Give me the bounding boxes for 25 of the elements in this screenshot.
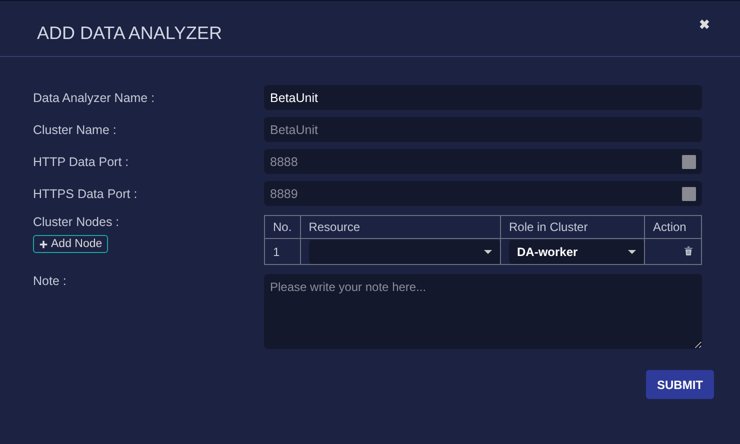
- close-button[interactable]: ✖: [699, 17, 710, 32]
- column-header: Role in Cluster: [500, 216, 644, 238]
- column-header: Resource: [300, 216, 500, 238]
- input-field: 8888: [264, 149, 702, 174]
- dialog-title: ADD DATA ANALYZER: [37, 23, 222, 44]
- column-header: No.: [264, 216, 300, 238]
- add-node-button[interactable]: Add Node: [33, 235, 108, 253]
- caret-icon: [484, 250, 492, 254]
- field-label: Note :: [33, 274, 68, 288]
- table-cell: 1: [264, 238, 300, 264]
- role-dropdown[interactable]: DA-worker: [509, 240, 644, 264]
- submit-button[interactable]: SUBMIT: [646, 370, 714, 399]
- field-label: Cluster Nodes :: [33, 215, 120, 229]
- field-label: Cluster Name :: [33, 122, 118, 136]
- input-field[interactable]: BetaUnit: [264, 85, 702, 110]
- plus-icon: [39, 240, 48, 248]
- field-label: Data Analyzer Name :: [33, 90, 156, 104]
- trash-icon: [684, 246, 693, 256]
- field-label: HTTP Data Port :: [33, 154, 130, 168]
- input-field: BetaUnit: [264, 117, 702, 142]
- input-field: 8889: [264, 181, 702, 206]
- note-field[interactable]: Please write your note here...: [264, 274, 702, 349]
- caret-icon: [628, 250, 636, 254]
- field-label: HTTPS Data Port :: [33, 186, 138, 200]
- column-header: Action: [644, 216, 702, 238]
